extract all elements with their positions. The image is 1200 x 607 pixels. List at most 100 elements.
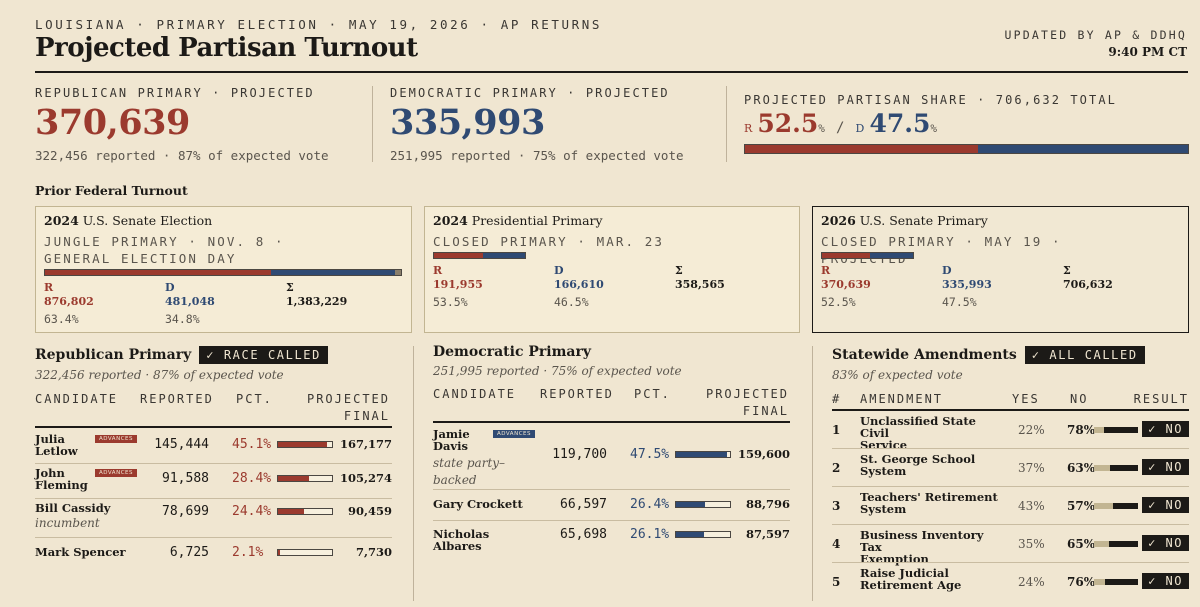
prior-total-value: 706,632 <box>1063 278 1113 291</box>
advances-badge: ADVANCES <box>493 430 535 438</box>
divider <box>372 86 373 162</box>
candidate-name-line: Letlow <box>35 444 78 458</box>
table-row: Gary Crockett 66,597 26.4% 88,796 <box>433 492 790 520</box>
table-header-rule <box>35 426 392 428</box>
prior-dem-value: 166,610 <box>554 278 604 291</box>
prior-card-subtitle: CLOSED PRIMARY · MAR. 23 <box>433 234 665 249</box>
dem-primary-section: Democratic Primary 251,995 reported · 75… <box>433 344 790 378</box>
prior-card-bar <box>433 252 526 259</box>
reported-votes: 145,444 <box>154 437 209 452</box>
result-badge: ✓ NO <box>1142 535 1189 551</box>
share-r-value: 52.5 <box>757 109 819 138</box>
vote-share-bar <box>277 475 333 482</box>
page-title: Projected Partisan Turnout <box>35 33 418 63</box>
am-col-no: NO <box>1070 392 1089 406</box>
row-divider <box>832 448 1189 449</box>
projected-final: 88,796 <box>745 497 790 511</box>
candidate-name: Bill Cassidy incumbent <box>35 502 135 529</box>
amendment-number: 2 <box>832 461 841 475</box>
row-divider <box>433 520 790 521</box>
prior-rep-pct: 53.5% <box>433 295 468 309</box>
amendment-name: Teachers' Retirement System <box>860 491 1000 515</box>
rep-total-value: 370,639 <box>35 102 190 143</box>
share-bar <box>744 144 1189 154</box>
share-d-pct: % <box>930 122 937 135</box>
prior-total-value: 358,565 <box>675 278 725 291</box>
prior-bar-dem <box>482 253 525 258</box>
amendment-name-line: Unclassified State Civil <box>860 414 976 440</box>
amendments-title: Statewide Amendments <box>832 347 1017 363</box>
amendment-name-line: System <box>860 502 907 516</box>
vote-share-fill <box>278 509 305 514</box>
yes-no-bar <box>1094 579 1138 585</box>
rep-total-label: REPUBLICAN PRIMARY · PROJECTED <box>35 86 315 100</box>
amendment-row: 3 Teachers' Retirement System 43% 57% ✓ NO <box>832 488 1189 524</box>
share-figures: R 52.5% / D 47.5% <box>744 109 1189 138</box>
candidate-name-line: Nicholas Albares <box>433 527 490 553</box>
candidate-name-line: Mark Spencer <box>35 545 126 559</box>
share-slash: / <box>836 120 845 136</box>
projected-final: 167,177 <box>339 437 392 451</box>
result-badge: ✓ NO <box>1142 459 1189 475</box>
am-col-name: AMENDMENT <box>860 392 944 406</box>
am-col-result: RESULT <box>1133 392 1189 406</box>
projected-final: 87,597 <box>745 527 790 541</box>
amendment-name: St. George School System <box>860 453 1000 477</box>
prior-rep-label: R <box>821 264 831 277</box>
prior-rep-value: 876,802 <box>44 295 94 308</box>
dem-col-final-2: FINAL <box>742 404 789 418</box>
reported-votes: 91,588 <box>162 471 209 486</box>
amendment-name: Raise Judicial Retirement Age <box>860 567 1000 591</box>
rep-primary-section: Republican Primary ✓ RACE CALLED 322,456… <box>35 346 392 382</box>
amendment-row: 1 Unclassified State Civil Service 22% 78% ✓ … <box>832 412 1189 451</box>
vote-share-fill <box>278 476 309 481</box>
reported-votes: 6,725 <box>169 545 209 560</box>
prior-card-name: U.S. Senate Election <box>82 213 213 228</box>
share-label: PROJECTED PARTISAN SHARE · 706,632 TOTAL <box>744 93 1117 107</box>
prior-card-2026-senate: 2026 U.S. Senate Primary CLOSED PRIMARY ·… <box>812 206 1189 333</box>
race-called-badge: ✓ RACE CALLED <box>199 346 328 364</box>
dem-col-candidate: CANDIDATE <box>433 387 517 401</box>
prior-dem-label: D <box>942 264 952 277</box>
projected-final: 7,730 <box>355 545 392 559</box>
candidate-note: incumbent <box>35 516 100 530</box>
amendment-name: Business Inventory Tax Exemption <box>860 529 1000 565</box>
rep-primary-title: Republican Primary <box>35 347 192 363</box>
no-pct: 76% <box>1067 575 1096 589</box>
advances-badge: ADVANCES <box>95 469 137 477</box>
prior-dem-value: 481,048 <box>165 295 215 308</box>
prior-total-label: Σ <box>1063 264 1071 277</box>
table-row: Jamie Davis state party– backed ADVANCES 119,… <box>433 425 790 489</box>
amendment-row: 2 St. George School System 37% 63% ✓ NO <box>832 450 1189 486</box>
amendment-number: 1 <box>832 423 841 437</box>
dem-primary-sub: 251,995 reported · 75% of expected vote <box>433 364 682 378</box>
reported-votes: 65,698 <box>560 527 607 542</box>
all-called-badge: ✓ ALL CALLED <box>1024 346 1145 364</box>
share-d-value: 47.5 <box>869 109 931 138</box>
table-header-rule <box>433 421 790 423</box>
prior-card-year: 2024 <box>433 213 468 228</box>
prior-dem-pct: 34.8% <box>165 312 200 326</box>
row-divider <box>832 486 1189 487</box>
vote-pct: 45.1% <box>232 437 272 452</box>
yes-no-bar <box>1094 427 1138 433</box>
table-row: Bill Cassidy incumbent 78,699 24.4% 90,459 <box>35 499 392 537</box>
prior-card-title: 2026 U.S. Senate Primary <box>821 213 988 228</box>
share-d-letter: D <box>855 122 865 135</box>
yes-no-bar <box>1094 541 1138 547</box>
row-divider <box>35 537 392 538</box>
share-bar-rep <box>745 145 978 153</box>
prior-rep-value: 370,639 <box>821 278 871 291</box>
projected-final: 105,274 <box>339 471 392 485</box>
candidate-name-line: Gary Crockett <box>433 497 523 511</box>
yes-pct: 35% <box>1018 537 1045 551</box>
row-divider <box>832 562 1189 563</box>
vote-share-bar <box>277 441 333 448</box>
amendment-name-line: Retirement Age <box>860 578 962 592</box>
table-header-rule <box>832 409 1189 411</box>
prior-bar-other <box>394 270 401 275</box>
no-pct: 57% <box>1067 499 1096 513</box>
table-row: Mark Spencer 6,725 2.1% 7,730 <box>35 540 392 568</box>
divider <box>726 86 727 162</box>
vote-share-fill <box>676 452 728 457</box>
